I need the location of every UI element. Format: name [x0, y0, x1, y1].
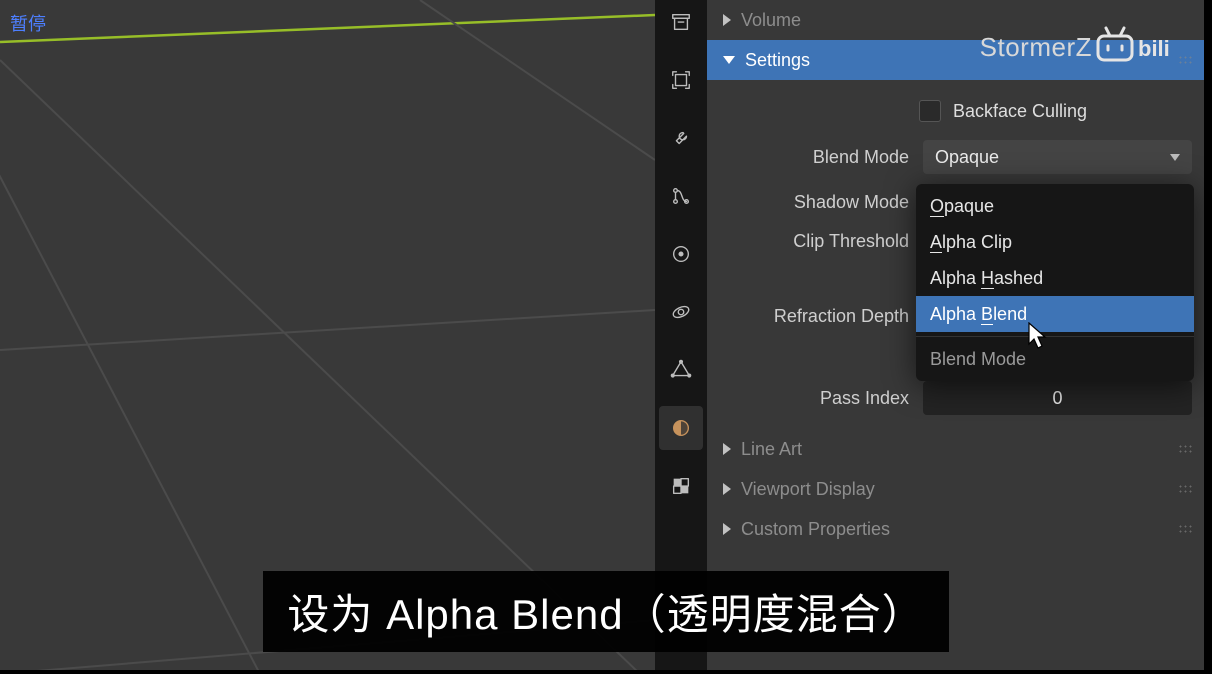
- mesh-icon: [670, 359, 692, 381]
- svg-text:bili: bili: [1138, 36, 1170, 61]
- refraction-depth-label: Refraction Depth: [719, 306, 909, 327]
- pass-index-value: 0: [1052, 388, 1062, 409]
- panel-header-label: Viewport Display: [741, 479, 875, 500]
- separator: [916, 336, 1194, 337]
- chevron-down-icon: [1170, 154, 1180, 161]
- panel-header-custom-props[interactable]: Custom Properties: [707, 509, 1204, 549]
- blend-mode-option-alpha-hashed[interactable]: Alpha Hashed: [916, 260, 1194, 296]
- chevron-right-icon: [723, 443, 731, 455]
- orbit-icon: [670, 301, 692, 323]
- pass-index-label: Pass Index: [719, 388, 909, 409]
- scene-tab[interactable]: [659, 174, 703, 218]
- watermark-logo-icon: bili: [1094, 26, 1186, 66]
- archive-icon: [670, 11, 692, 33]
- panel-header-lineart[interactable]: Line Art: [707, 429, 1204, 469]
- panel-header-label: Custom Properties: [741, 519, 890, 540]
- circle-dot-icon: [670, 243, 692, 265]
- panel-header-viewport-display[interactable]: Viewport Display: [707, 469, 1204, 509]
- drag-handle-icon[interactable]: [1178, 524, 1192, 534]
- blend-mode-option-alpha-clip[interactable]: Alpha Clip: [916, 224, 1194, 260]
- chevron-right-icon: [723, 14, 731, 26]
- blend-mode-option-alpha-blend[interactable]: Alpha Blend: [916, 296, 1194, 332]
- subtitle-container: 设为 Alpha Blend（透明度混合）: [0, 571, 1212, 652]
- chevron-down-icon: [723, 56, 735, 64]
- blend-mode-popup: Opaque Alpha Clip Alpha Hashed Alpha Ble…: [916, 184, 1194, 381]
- clip-threshold-label: Clip Threshold: [719, 231, 909, 252]
- modifier-tab[interactable]: [659, 348, 703, 392]
- panel-header-label: Volume: [741, 10, 801, 31]
- render-tab[interactable]: [659, 0, 703, 44]
- physics-tab[interactable]: [659, 290, 703, 334]
- tool-tab[interactable]: [659, 116, 703, 160]
- video-pillar-bottom: [0, 670, 1212, 674]
- panel-header-label: Line Art: [741, 439, 802, 460]
- blend-mode-option-opaque[interactable]: Opaque: [916, 188, 1194, 224]
- backface-culling-row: Backface Culling: [719, 100, 1192, 122]
- output-tab[interactable]: [659, 58, 703, 102]
- material-icon: [670, 417, 692, 439]
- mouse-cursor-icon: [1028, 322, 1050, 350]
- graph-icon: [670, 185, 692, 207]
- chevron-right-icon: [723, 483, 731, 495]
- panel-header-label: Settings: [745, 50, 810, 71]
- watermark-author: StormerZ: [980, 32, 1092, 63]
- pass-index-row: Pass Index 0: [719, 381, 1192, 415]
- drag-handle-icon[interactable]: [1178, 484, 1192, 494]
- blend-mode-value: Opaque: [935, 147, 999, 168]
- backface-culling-label: Backface Culling: [953, 101, 1087, 122]
- backface-culling-checkbox[interactable]: [919, 100, 941, 122]
- world-tab[interactable]: [659, 232, 703, 276]
- pause-indicator: 暂停: [10, 10, 46, 36]
- blend-mode-dropdown[interactable]: Opaque: [923, 140, 1192, 174]
- wrench-icon: [670, 127, 692, 149]
- blend-mode-label: Blend Mode: [719, 147, 909, 168]
- material-tab[interactable]: [659, 406, 703, 450]
- pass-index-field[interactable]: 0: [923, 381, 1192, 415]
- shadow-mode-label: Shadow Mode: [719, 192, 909, 213]
- selection-icon: [670, 69, 692, 91]
- checker-icon: [670, 475, 692, 497]
- drag-handle-icon[interactable]: [1178, 444, 1192, 454]
- subtitle-text: 设为 Alpha Blend（透明度混合）: [263, 571, 948, 652]
- blend-mode-popup-footer: Blend Mode: [916, 341, 1194, 377]
- app-root: 暂停 Volume Settings Backface Culling: [0, 0, 1212, 674]
- blend-mode-row: Blend Mode Opaque: [719, 140, 1192, 174]
- chevron-right-icon: [723, 523, 731, 535]
- texture-tab[interactable]: [659, 464, 703, 508]
